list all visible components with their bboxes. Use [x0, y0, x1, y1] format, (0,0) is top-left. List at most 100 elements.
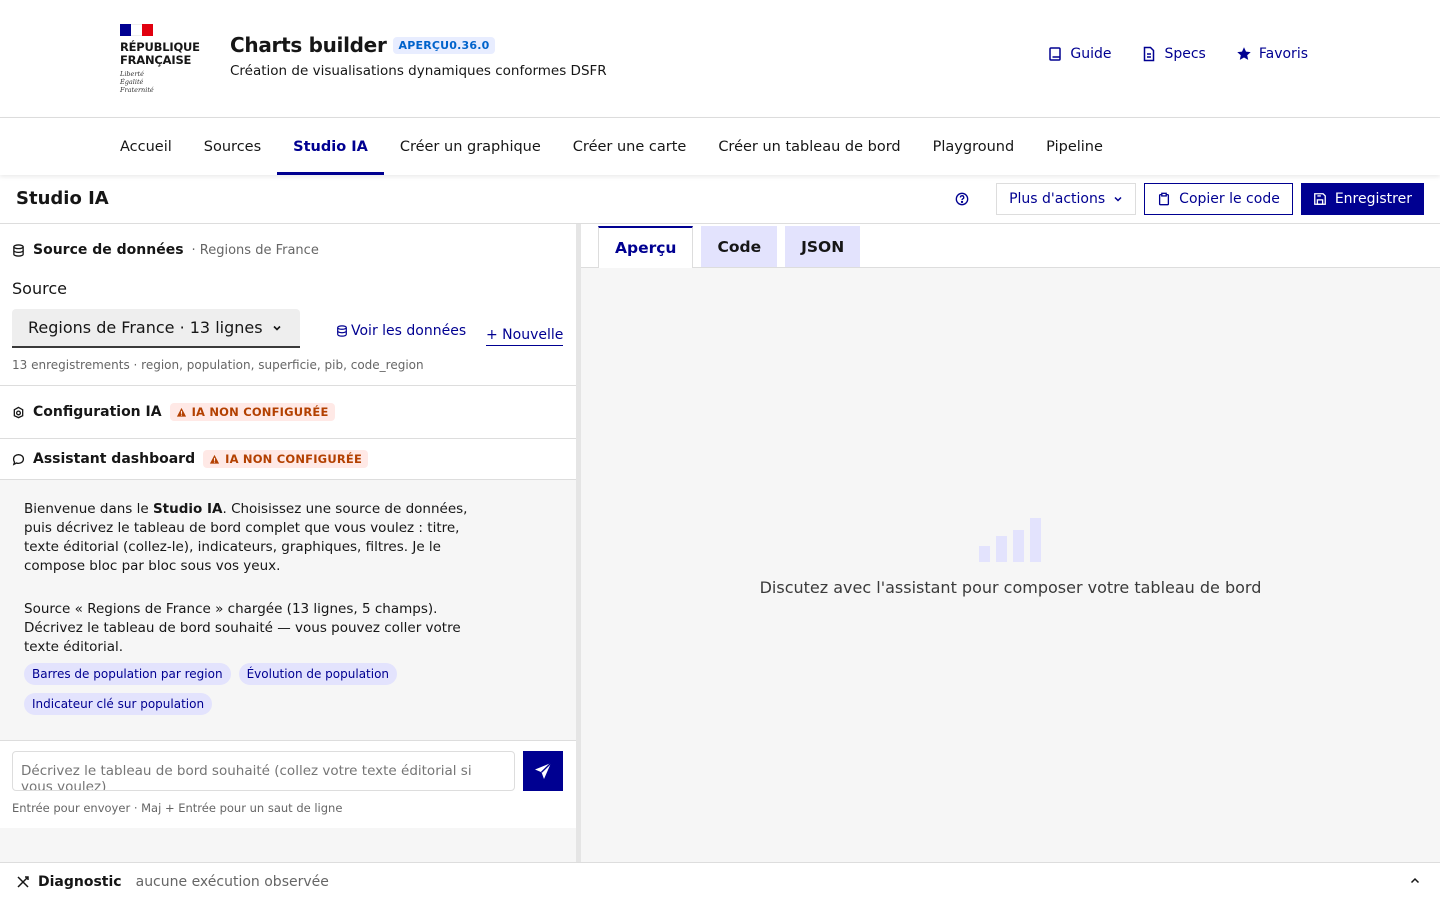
assistant-warning-text: IA NON CONFIGURÉE	[225, 452, 363, 466]
assistant-warning-badge: IA NON CONFIGURÉE	[203, 450, 369, 468]
chevron-up-icon[interactable]	[1408, 874, 1422, 888]
help-button[interactable]	[944, 183, 980, 215]
specs-link[interactable]: Specs	[1141, 46, 1206, 62]
save-button[interactable]: Enregistrer	[1300, 183, 1424, 215]
source-section-subtitle: · Regions de France	[191, 242, 319, 258]
nav-item-playground[interactable]: Playground	[917, 118, 1031, 175]
tab-apercu[interactable]: Aperçu	[598, 226, 694, 268]
chat-messages: Bienvenue dans le Studio IA. Choisissez …	[0, 480, 576, 742]
nav-item-pipeline[interactable]: Pipeline	[1030, 118, 1119, 175]
motto-line: Liberté	[120, 70, 144, 78]
empty-state: Discutez avec l'assistant pour composer …	[581, 518, 1440, 597]
robot-icon	[13, 406, 24, 418]
view-data-label: Voir les données	[351, 323, 467, 339]
save-label: Enregistrer	[1334, 191, 1412, 207]
service-tagline: Création de visualisations dynamiques co…	[230, 63, 607, 79]
service-title[interactable]: Charts builder	[230, 33, 387, 57]
motto-line: Fraternité	[120, 86, 154, 94]
bar-chart-icon	[978, 518, 1041, 562]
source-select-value: Regions de France · 13 lignes	[28, 318, 263, 337]
page-title: Studio IA	[16, 188, 109, 209]
assistant-title: Assistant dashboard	[33, 451, 196, 467]
diagnostic-title: Diagnostic	[38, 873, 122, 890]
suggestion-chip[interactable]: Indicateur clé sur population	[24, 693, 213, 715]
source-field-label: Source	[12, 279, 67, 298]
chat-composer: Entrée pour envoyer · Maj + Entrée pour …	[0, 740, 576, 828]
assistant-section-header[interactable]: Assistant dashboard IA NON CONFIGURÉE	[0, 439, 576, 480]
empty-state-text: Discutez avec l'assistant pour composer …	[759, 578, 1262, 597]
warning-icon	[210, 454, 220, 464]
motto-line: Égalité	[120, 78, 144, 86]
composer-hint: Entrée pour envoyer · Maj + Entrée pour …	[12, 801, 343, 815]
tab-code[interactable]: Code	[701, 226, 778, 267]
source-section: Source de données · Regions de France So…	[0, 224, 576, 386]
source-meta: 13 enregistrements · region, population,…	[12, 358, 424, 372]
assistant-source-message: Source « Regions de France » chargée (13…	[24, 601, 461, 655]
source-section-header[interactable]: Source de données · Regions de France	[0, 242, 331, 258]
database-icon	[337, 325, 347, 337]
source-section-title: Source de données	[33, 242, 184, 258]
nav-item-accueil[interactable]: Accueil	[104, 118, 188, 175]
clipboard-icon	[1159, 192, 1170, 206]
logo-line-2: FRANÇAISE	[120, 53, 192, 67]
diagnostic-bar[interactable]: Diagnostic aucune exécution observée	[0, 862, 1440, 900]
warning-icon	[176, 407, 186, 417]
preview-tabs: Aperçu Code JSON	[581, 224, 1440, 268]
star-icon	[1237, 47, 1251, 60]
nav-item-creer-graphique[interactable]: Créer un graphique	[384, 118, 557, 175]
marianne-flag-icon	[120, 24, 153, 36]
tools-icon	[17, 875, 29, 888]
page-toolbar: Studio IA Plus d'actions Copier le code …	[0, 175, 1440, 224]
new-source-link[interactable]: + Nouvelle	[486, 327, 564, 346]
toolbar-actions: Plus d'actions Copier le code Enregistre…	[944, 183, 1424, 215]
file-text-icon	[1144, 46, 1155, 62]
ai-config-warning-badge: IA NON CONFIGURÉE	[169, 403, 335, 421]
nav-item-sources[interactable]: Sources	[188, 118, 277, 175]
favoris-label: Favoris	[1258, 46, 1308, 62]
welcome-text-bold: Studio IA	[152, 501, 223, 517]
service-block: Charts builder APERÇU0.36.0 Création de …	[230, 33, 607, 79]
chevron-down-icon	[273, 325, 281, 331]
assistant-header: Assistant dashboard IA NON CONFIGURÉE	[0, 450, 380, 468]
more-actions-button[interactable]: Plus d'actions	[996, 183, 1137, 215]
assistant-welcome-message: Bienvenue dans le Studio IA. Choisissez …	[24, 500, 484, 576]
save-icon	[1313, 193, 1326, 205]
question-circle-icon	[955, 192, 969, 206]
more-actions-label: Plus d'actions	[1009, 191, 1106, 207]
suggestion-chip[interactable]: Évolution de population	[238, 663, 398, 685]
book-icon	[1049, 47, 1062, 61]
motto: Liberté Égalité Fraternité	[120, 70, 210, 94]
ai-config-warning-text: IA NON CONFIGURÉE	[191, 405, 329, 419]
source-select[interactable]: Regions de France · 13 lignes	[12, 309, 300, 348]
version-badge: APERÇU0.36.0	[392, 36, 496, 54]
main-navigation: Accueil Sources Studio IA Créer un graph…	[0, 118, 1440, 175]
view-data-button[interactable]: Voir les données	[336, 323, 466, 339]
welcome-text-pre: Bienvenue dans le	[24, 501, 153, 517]
studio-left-panel: Source de données · Regions de France So…	[0, 224, 576, 862]
ai-config-title: Configuration IA	[33, 404, 162, 420]
nav-item-creer-tableau-de-bord[interactable]: Créer un tableau de bord	[702, 118, 916, 175]
chevron-down-icon	[1114, 196, 1122, 202]
ai-config-section[interactable]: Configuration IA IA NON CONFIGURÉE	[0, 386, 576, 439]
suggestion-chip[interactable]: Barres de population par region	[24, 663, 231, 685]
nav-item-creer-carte[interactable]: Créer une carte	[557, 118, 703, 175]
tab-json[interactable]: JSON	[785, 226, 861, 267]
republique-francaise-logo[interactable]: RÉPUBLIQUE FRANÇAISE Liberté Égalité Fra…	[120, 24, 210, 94]
preview-panel: Aperçu Code JSON Discutez avec l'assista…	[581, 224, 1440, 862]
service-title-row: Charts builder APERÇU0.36.0	[230, 33, 607, 57]
guide-link[interactable]: Guide	[1047, 46, 1111, 62]
send-icon	[535, 762, 552, 779]
guide-label: Guide	[1070, 46, 1112, 62]
copy-code-label: Copier le code	[1179, 191, 1280, 207]
header-tools: Guide Specs Favoris	[1047, 46, 1308, 62]
suggestion-chips: Barres de population par region Évolutio…	[24, 663, 504, 715]
nav-item-studio-ia[interactable]: Studio IA	[277, 118, 384, 175]
copy-code-button[interactable]: Copier le code	[1144, 183, 1293, 215]
ai-config-header: Configuration IA IA NON CONFIGURÉE	[0, 403, 347, 421]
chat-input[interactable]	[12, 751, 515, 791]
chat-bubble-icon	[12, 453, 25, 466]
favoris-link[interactable]: Favoris	[1236, 46, 1308, 62]
database-icon	[13, 243, 24, 257]
send-button[interactable]	[523, 751, 563, 791]
diagnostic-status: aucune exécution observée	[135, 873, 329, 890]
